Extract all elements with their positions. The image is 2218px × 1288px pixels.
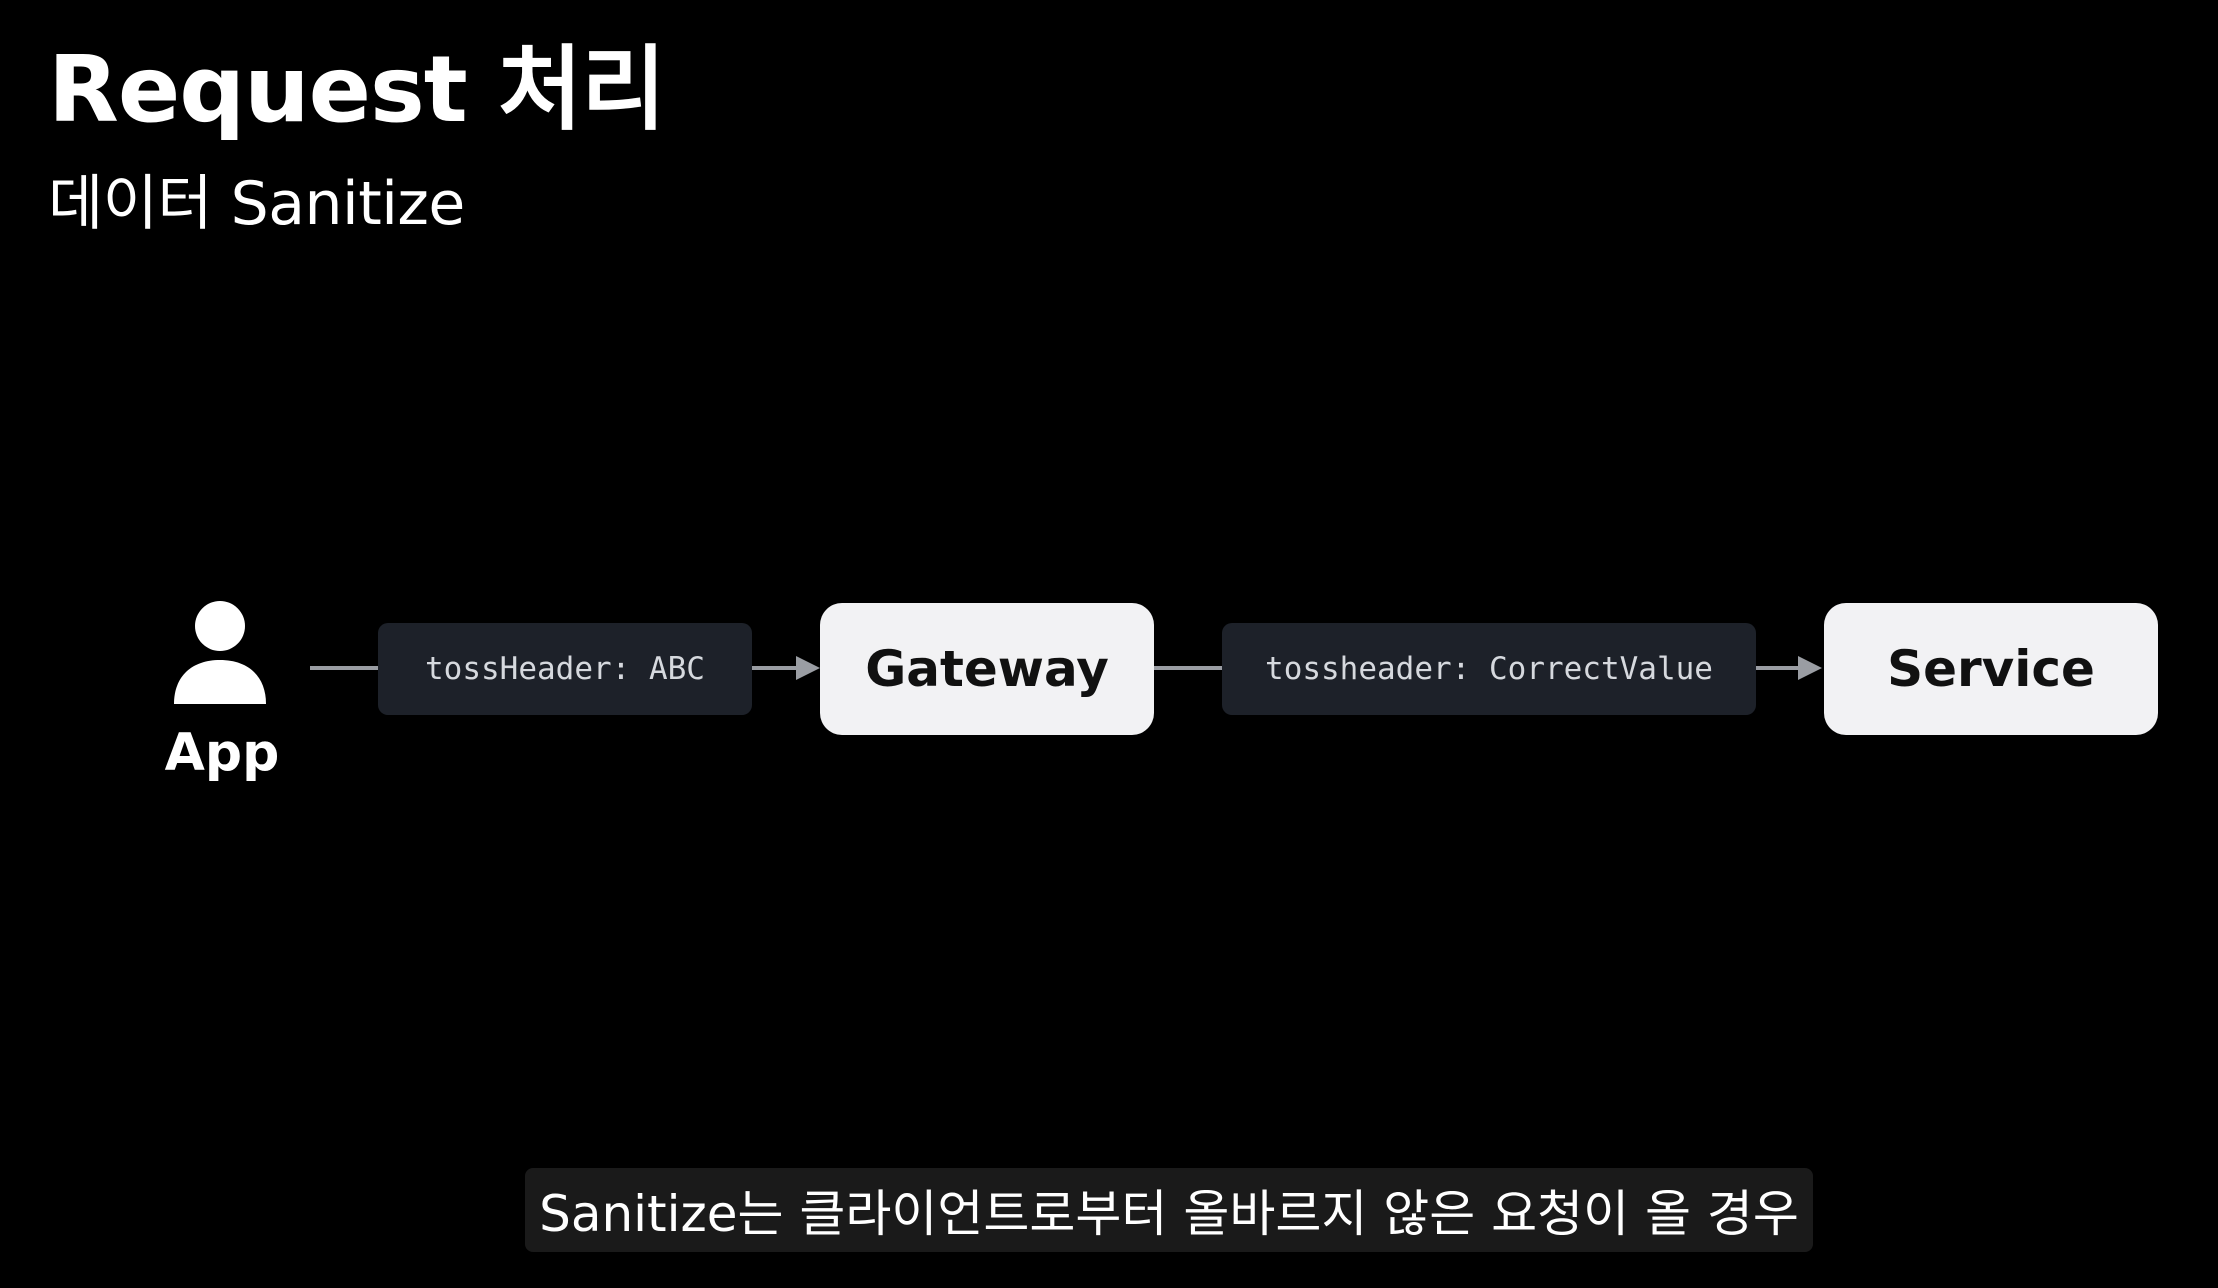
person-icon	[174, 601, 266, 704]
gateway-node: Gateway	[820, 603, 1154, 735]
header-chip-corrected: tossheader: CorrectValue	[1222, 623, 1756, 715]
arrowhead-icon	[796, 656, 820, 680]
connector-line	[1756, 666, 1800, 670]
app-actor: App	[160, 600, 280, 790]
slide-title: Request 처리	[48, 36, 666, 143]
arrowhead-icon	[1798, 656, 1822, 680]
service-node: Service	[1824, 603, 2158, 735]
slide-subtitle: 데이터 Sanitize	[48, 169, 465, 239]
connector-line	[1154, 666, 1222, 670]
connector-line	[752, 666, 800, 670]
app-label: App	[164, 723, 280, 783]
subtitle-caption: Sanitize는 클라이언트로부터 올바르지 않은 요청이 올 경우	[525, 1168, 1813, 1252]
header-chip-toss-header: tossHeader: ABC	[378, 623, 752, 715]
caption-text: Sanitize는 클라이언트로부터 올바르지 않은 요청이 올 경우	[539, 1185, 1799, 1243]
connector-line	[310, 666, 378, 670]
